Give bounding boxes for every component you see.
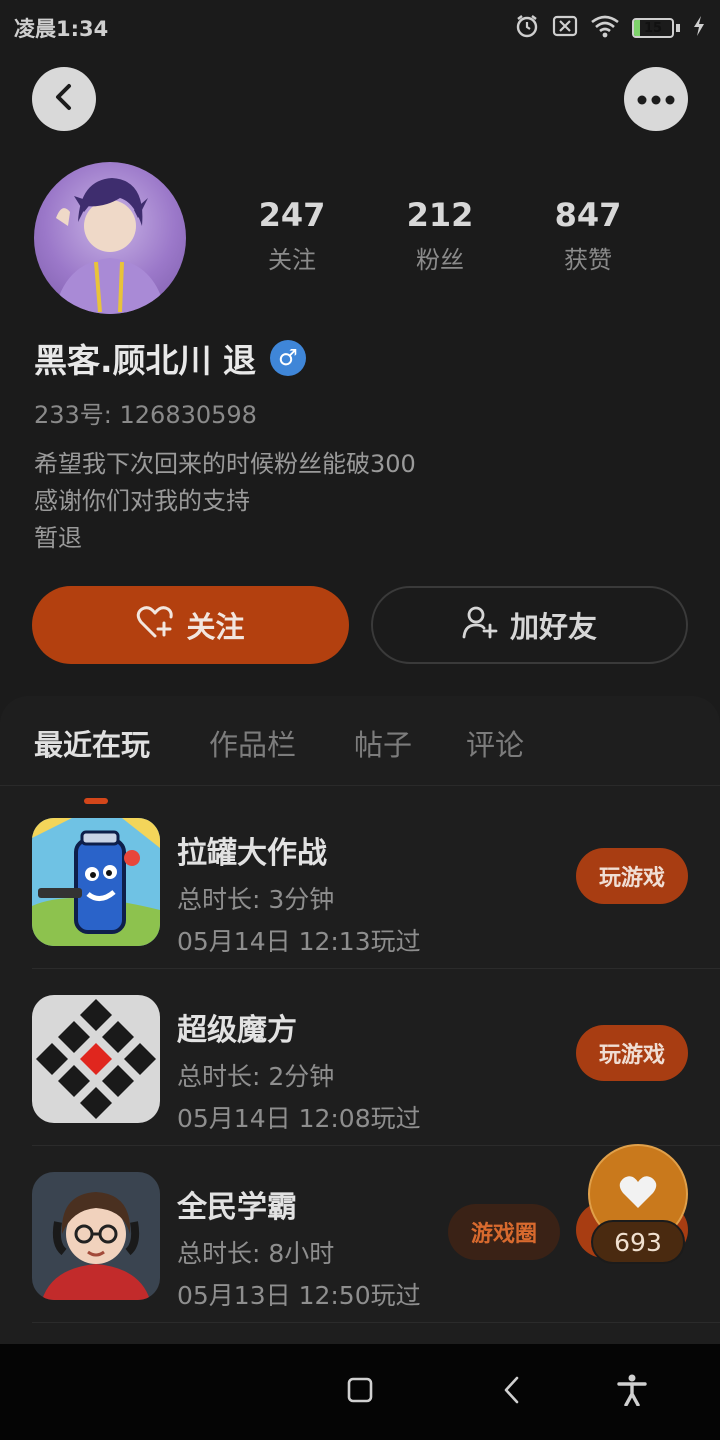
status-bar: 凌晨1:34 15 [0,0,720,56]
game-row[interactable]: 拉罐大作战 总时长: 3分钟 05月14日 12:13玩过 玩游戏 [0,792,720,969]
tab-bar: 最近在玩 作品栏 帖子 评论 [0,716,720,804]
stat-label: 关注 [268,246,316,274]
accessibility-button[interactable] [612,1372,652,1412]
avatar-illustration [54,178,166,314]
game-title: 超级魔方 [177,1013,297,1048]
wifi-icon [590,14,620,42]
nickname: 黑客.顾北川 退 [34,341,257,380]
stat-value: 847 [554,196,622,234]
play-game-button[interactable]: 玩游戏 [576,1025,688,1081]
bio-line: 感谢你们对我的支持 [34,487,250,515]
game-duration: 总时长: 3分钟 [177,885,335,914]
battery-level: 15 [643,20,663,36]
follow-label: 关注 [186,610,245,644]
battery-box: 15 [632,18,674,38]
game-circle-button[interactable]: 游戏圈 [448,1204,560,1260]
battery-fill [634,20,640,36]
tab-works[interactable]: 作品栏 [209,722,296,764]
game-last-played: 05月14日 12:13玩过 [177,927,421,956]
add-friend-label: 加好友 [509,610,597,644]
tab-comments[interactable]: 评论 [466,722,524,764]
recent-apps-button[interactable] [340,1372,380,1412]
alarm-icon [514,13,540,43]
stat-likes[interactable]: 847 获赞 [528,196,648,275]
male-gender-icon: ♂ [270,340,307,376]
like-count: 693 [591,1220,685,1264]
add-friend-button[interactable]: 加好友 [371,586,688,664]
system-back-button[interactable] [492,1372,532,1412]
game-title: 拉罐大作战 [177,836,327,871]
game-icon-can-battle [32,818,160,946]
heart-icon [618,1174,658,1214]
stat-value: 212 [406,196,474,234]
chevron-left-icon [502,1376,522,1408]
game-title: 全民学霸 [177,1190,297,1225]
like-float-button[interactable]: 693 [588,1144,688,1266]
game-row[interactable]: 超级魔方 总时长: 2分钟 05月14日 12:08玩过 玩游戏 [0,969,720,1146]
stat-label: 粉丝 [416,246,464,274]
stat-label: 获赞 [564,246,612,274]
game-last-played: 05月14日 12:08玩过 [177,1104,421,1133]
divider [32,1322,720,1323]
follow-button[interactable]: 关注 [32,586,349,664]
game-last-played: 05月13日 12:50玩过 [177,1281,421,1310]
status-time: 凌晨1:34 [14,17,109,41]
play-game-button[interactable]: 玩游戏 [576,848,688,904]
more-button[interactable] [624,67,688,131]
add-user-icon [462,605,498,646]
system-nav-bar [0,1344,720,1440]
bio-line: 暂退 [34,524,82,552]
tab-posts[interactable]: 帖子 [354,722,412,764]
status-icons: 15 [514,13,706,43]
user-id: 233号: 126830598 [34,401,257,429]
nickname-row: 黑客.顾北川 退 ♂ [34,334,307,382]
game-duration: 总时长: 8小时 [177,1239,335,1268]
game-icon-super-cube [32,995,160,1123]
battery-icon: 15 [632,18,680,38]
stat-following[interactable]: 247 关注 [232,196,352,275]
avatar[interactable] [34,162,186,314]
sim-off-icon [552,15,578,41]
more-horizontal-icon [636,90,676,109]
bio: 希望我下次回来的时候粉丝能破300 感谢你们对我的支持 暂退 [34,446,416,557]
tab-recent-played[interactable]: 最近在玩 [34,722,150,764]
accessibility-icon [617,1374,647,1410]
bio-line: 希望我下次回来的时候粉丝能破300 [34,450,416,478]
heart-plus-icon [136,605,174,646]
charging-icon [692,15,706,41]
divider [0,785,720,786]
chevron-left-icon [51,82,77,116]
stat-fans[interactable]: 212 粉丝 [380,196,500,275]
game-icon-quanmin-xueba [32,1172,160,1300]
stat-value: 247 [258,196,326,234]
back-button[interactable] [32,67,96,131]
square-icon [347,1377,373,1407]
game-duration: 总时长: 2分钟 [177,1062,335,1091]
